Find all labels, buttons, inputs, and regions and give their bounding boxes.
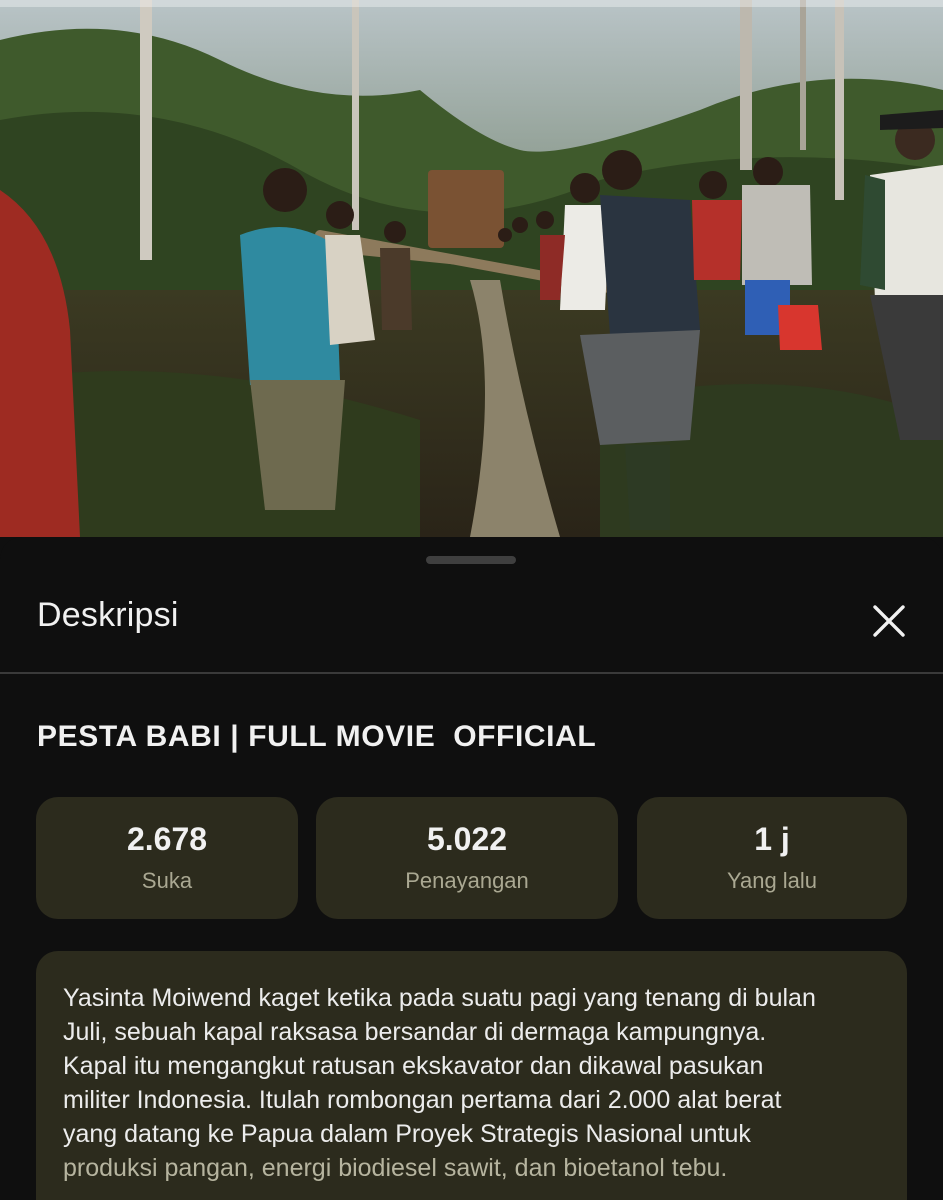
description-line: produksi pangan, energi biodiesel sawit,… bbox=[63, 1154, 728, 1182]
video-player[interactable] bbox=[0, 0, 943, 537]
description-text: Yasinta Moiwend kaget ketika pada suatu … bbox=[63, 981, 888, 1185]
description-line: Kapal itu mengangkut ratusan ekskavator … bbox=[63, 1052, 764, 1080]
views-count: 5.022 bbox=[426, 821, 508, 857]
upload-age-label: Yang lalu bbox=[726, 868, 818, 893]
views-label: Penayangan bbox=[405, 868, 529, 893]
sheet-title: Deskripsi bbox=[37, 596, 179, 634]
description-sheet: Deskripsi PESTA BABI | FULL MOVIE OFFICI… bbox=[0, 537, 943, 1200]
video-title: PESTA BABI | FULL MOVIE OFFICIAL bbox=[37, 720, 597, 753]
description-line: yang datang ke Papua dalam Proyek Strate… bbox=[63, 1120, 751, 1148]
views-stat: 5.022 Penayangan bbox=[316, 797, 618, 919]
header-divider bbox=[0, 672, 943, 674]
description-box[interactable]: Yasinta Moiwend kaget ketika pada suatu … bbox=[36, 951, 907, 1200]
likes-stat: 2.678 Suka bbox=[36, 797, 298, 919]
description-line: Yasinta Moiwend kaget ketika pada suatu … bbox=[63, 984, 816, 1012]
video-progress-bar[interactable] bbox=[0, 0, 943, 7]
description-line: militer Indonesia. Itulah rombongan pert… bbox=[63, 1086, 782, 1114]
likes-count: 2.678 bbox=[126, 821, 208, 857]
video-frame bbox=[0, 0, 943, 537]
close-icon bbox=[873, 605, 905, 637]
upload-age-stat: 1 j Yang lalu bbox=[637, 797, 907, 919]
description-line: Juli, sebuah kapal raksasa bersandar di … bbox=[63, 1018, 767, 1046]
close-button[interactable] bbox=[863, 595, 915, 647]
upload-age-value: 1 j bbox=[754, 821, 790, 857]
drag-handle[interactable] bbox=[426, 556, 516, 564]
likes-label: Suka bbox=[141, 868, 193, 893]
